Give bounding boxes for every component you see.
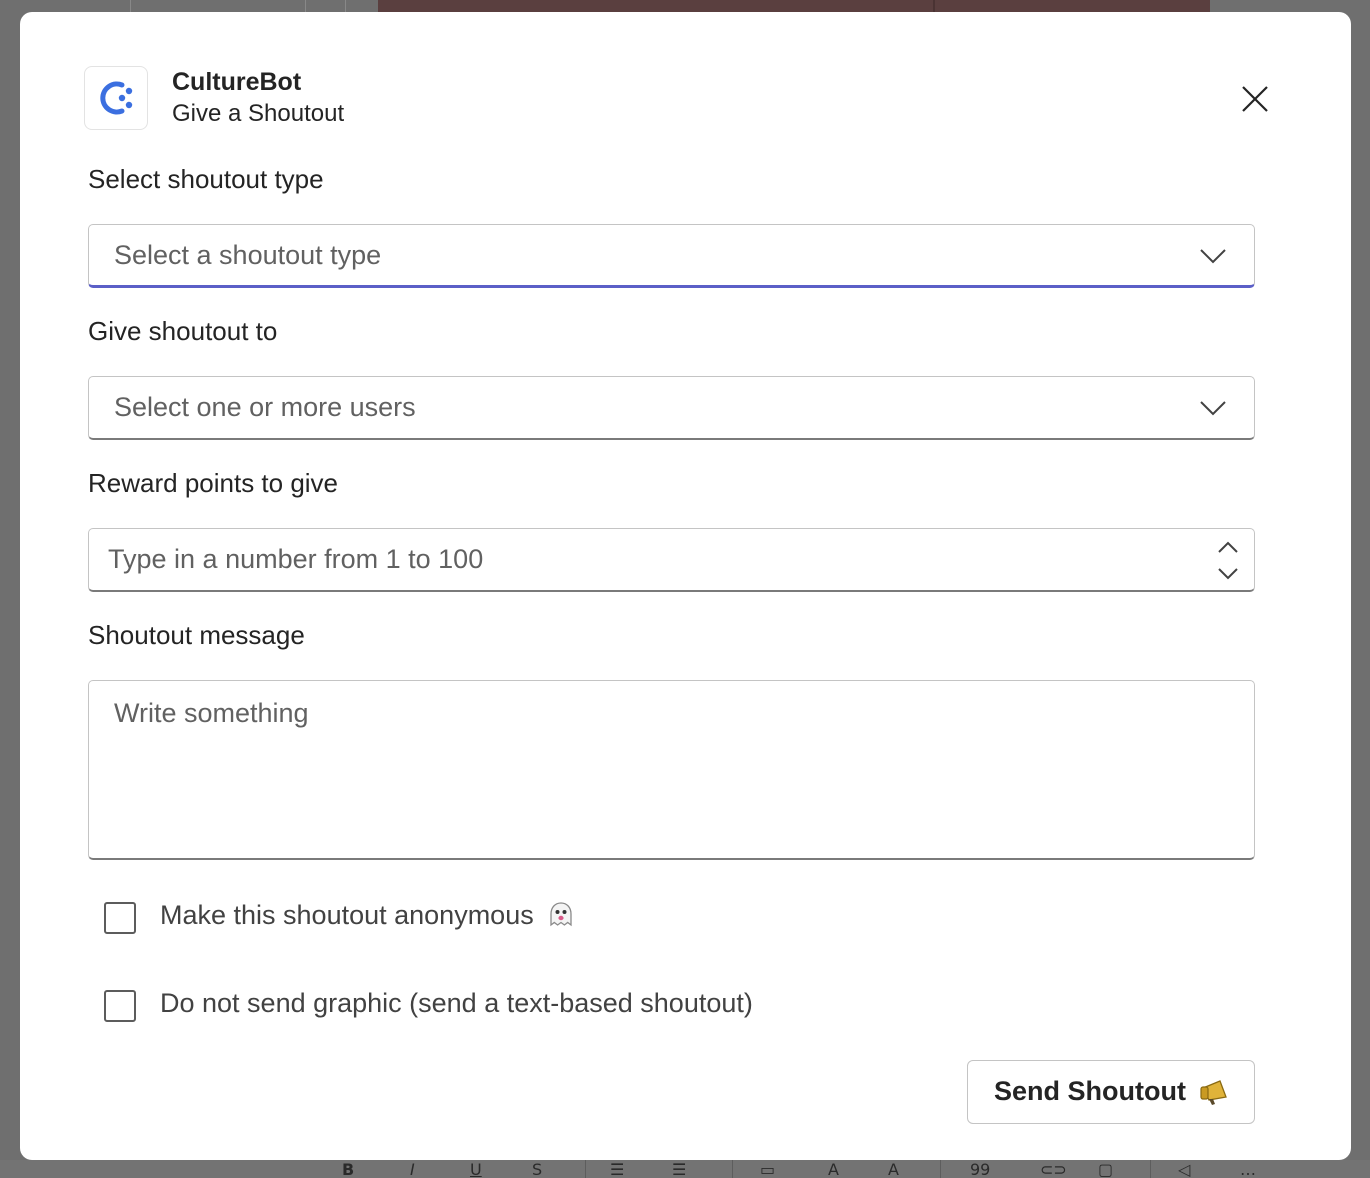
quote-icon: 99 [970, 1160, 991, 1178]
culturebot-logo-icon [84, 66, 148, 130]
code-icon: ▢ [1098, 1160, 1114, 1178]
anonymous-checkbox[interactable] [104, 902, 136, 934]
font-color-icon: A [828, 1160, 839, 1178]
background-divider [345, 0, 346, 12]
close-button[interactable] [1234, 78, 1276, 120]
numbered-list-icon: ☰ [672, 1160, 687, 1178]
background-divider [130, 0, 131, 12]
chevron-down-icon [1200, 249, 1226, 264]
increment-icon[interactable] [1216, 539, 1240, 557]
points-input[interactable]: Type in a number from 1 to 100 [88, 528, 1255, 592]
more-icon: … [1240, 1160, 1256, 1178]
no-graphic-label: Do not send graphic (send a text-based s… [160, 988, 753, 1018]
shoutout-dialog: CultureBot Give a Shoutout Select shouto… [20, 12, 1351, 1160]
anonymous-label: Make this shoutout anonymous [160, 900, 534, 930]
message-placeholder: Write something [114, 698, 309, 728]
background-app-header [378, 0, 1210, 12]
background-divider [305, 0, 306, 12]
bold-icon: B [342, 1160, 355, 1178]
decrement-icon[interactable] [1216, 564, 1240, 582]
message-label: Shoutout message [88, 620, 305, 650]
points-label: Reward points to give [88, 468, 339, 498]
dialog-header: CultureBot Give a Shoutout [84, 66, 1284, 132]
italic-icon: I [410, 1160, 415, 1178]
recipients-label: Give shoutout to [88, 316, 278, 346]
highlight-icon: ▭ [760, 1160, 776, 1178]
strikethrough-icon: S [532, 1160, 543, 1178]
announcement-icon: ◁ [1178, 1160, 1191, 1178]
message-textarea[interactable]: Write something [88, 680, 1255, 860]
recipients-placeholder: Select one or more users [114, 392, 416, 422]
underline-icon: U [470, 1160, 482, 1178]
recipients-dropdown[interactable]: Select one or more users [88, 376, 1255, 440]
app-name: CultureBot [172, 68, 302, 96]
link-icon: ⊂⊃ [1040, 1160, 1067, 1178]
chevron-down-icon [1200, 401, 1226, 416]
close-icon [1242, 86, 1268, 112]
megaphone-icon [1200, 1080, 1227, 1105]
no-graphic-option: Do not send graphic (send a text-based s… [104, 988, 1004, 1022]
points-placeholder: Type in a number from 1 to 100 [108, 544, 484, 574]
send-shoutout-button[interactable]: Send Shoutout [967, 1060, 1255, 1124]
shoutout-type-dropdown[interactable]: Select a shoutout type [88, 224, 1255, 288]
bullet-list-icon: ☰ [610, 1160, 625, 1178]
dialog-subtitle: Give a Shoutout [172, 100, 345, 127]
send-shoutout-label: Send Shoutout [994, 1076, 1186, 1106]
no-graphic-checkbox[interactable] [104, 990, 136, 1022]
anonymous-option: Make this shoutout anonymous [104, 900, 1004, 934]
background-formatting-toolbar: B I U S ☰ ☰ ▭ A A 99 ⊂⊃ ▢ ◁ … [0, 1160, 1370, 1178]
shoutout-type-label: Select shoutout type [88, 164, 324, 194]
ghost-icon [550, 902, 572, 927]
anonymous-label-wrap: Make this shoutout anonymous [160, 900, 575, 931]
shoutout-type-placeholder: Select a shoutout type [114, 240, 382, 270]
font-size-icon: A [888, 1160, 899, 1178]
